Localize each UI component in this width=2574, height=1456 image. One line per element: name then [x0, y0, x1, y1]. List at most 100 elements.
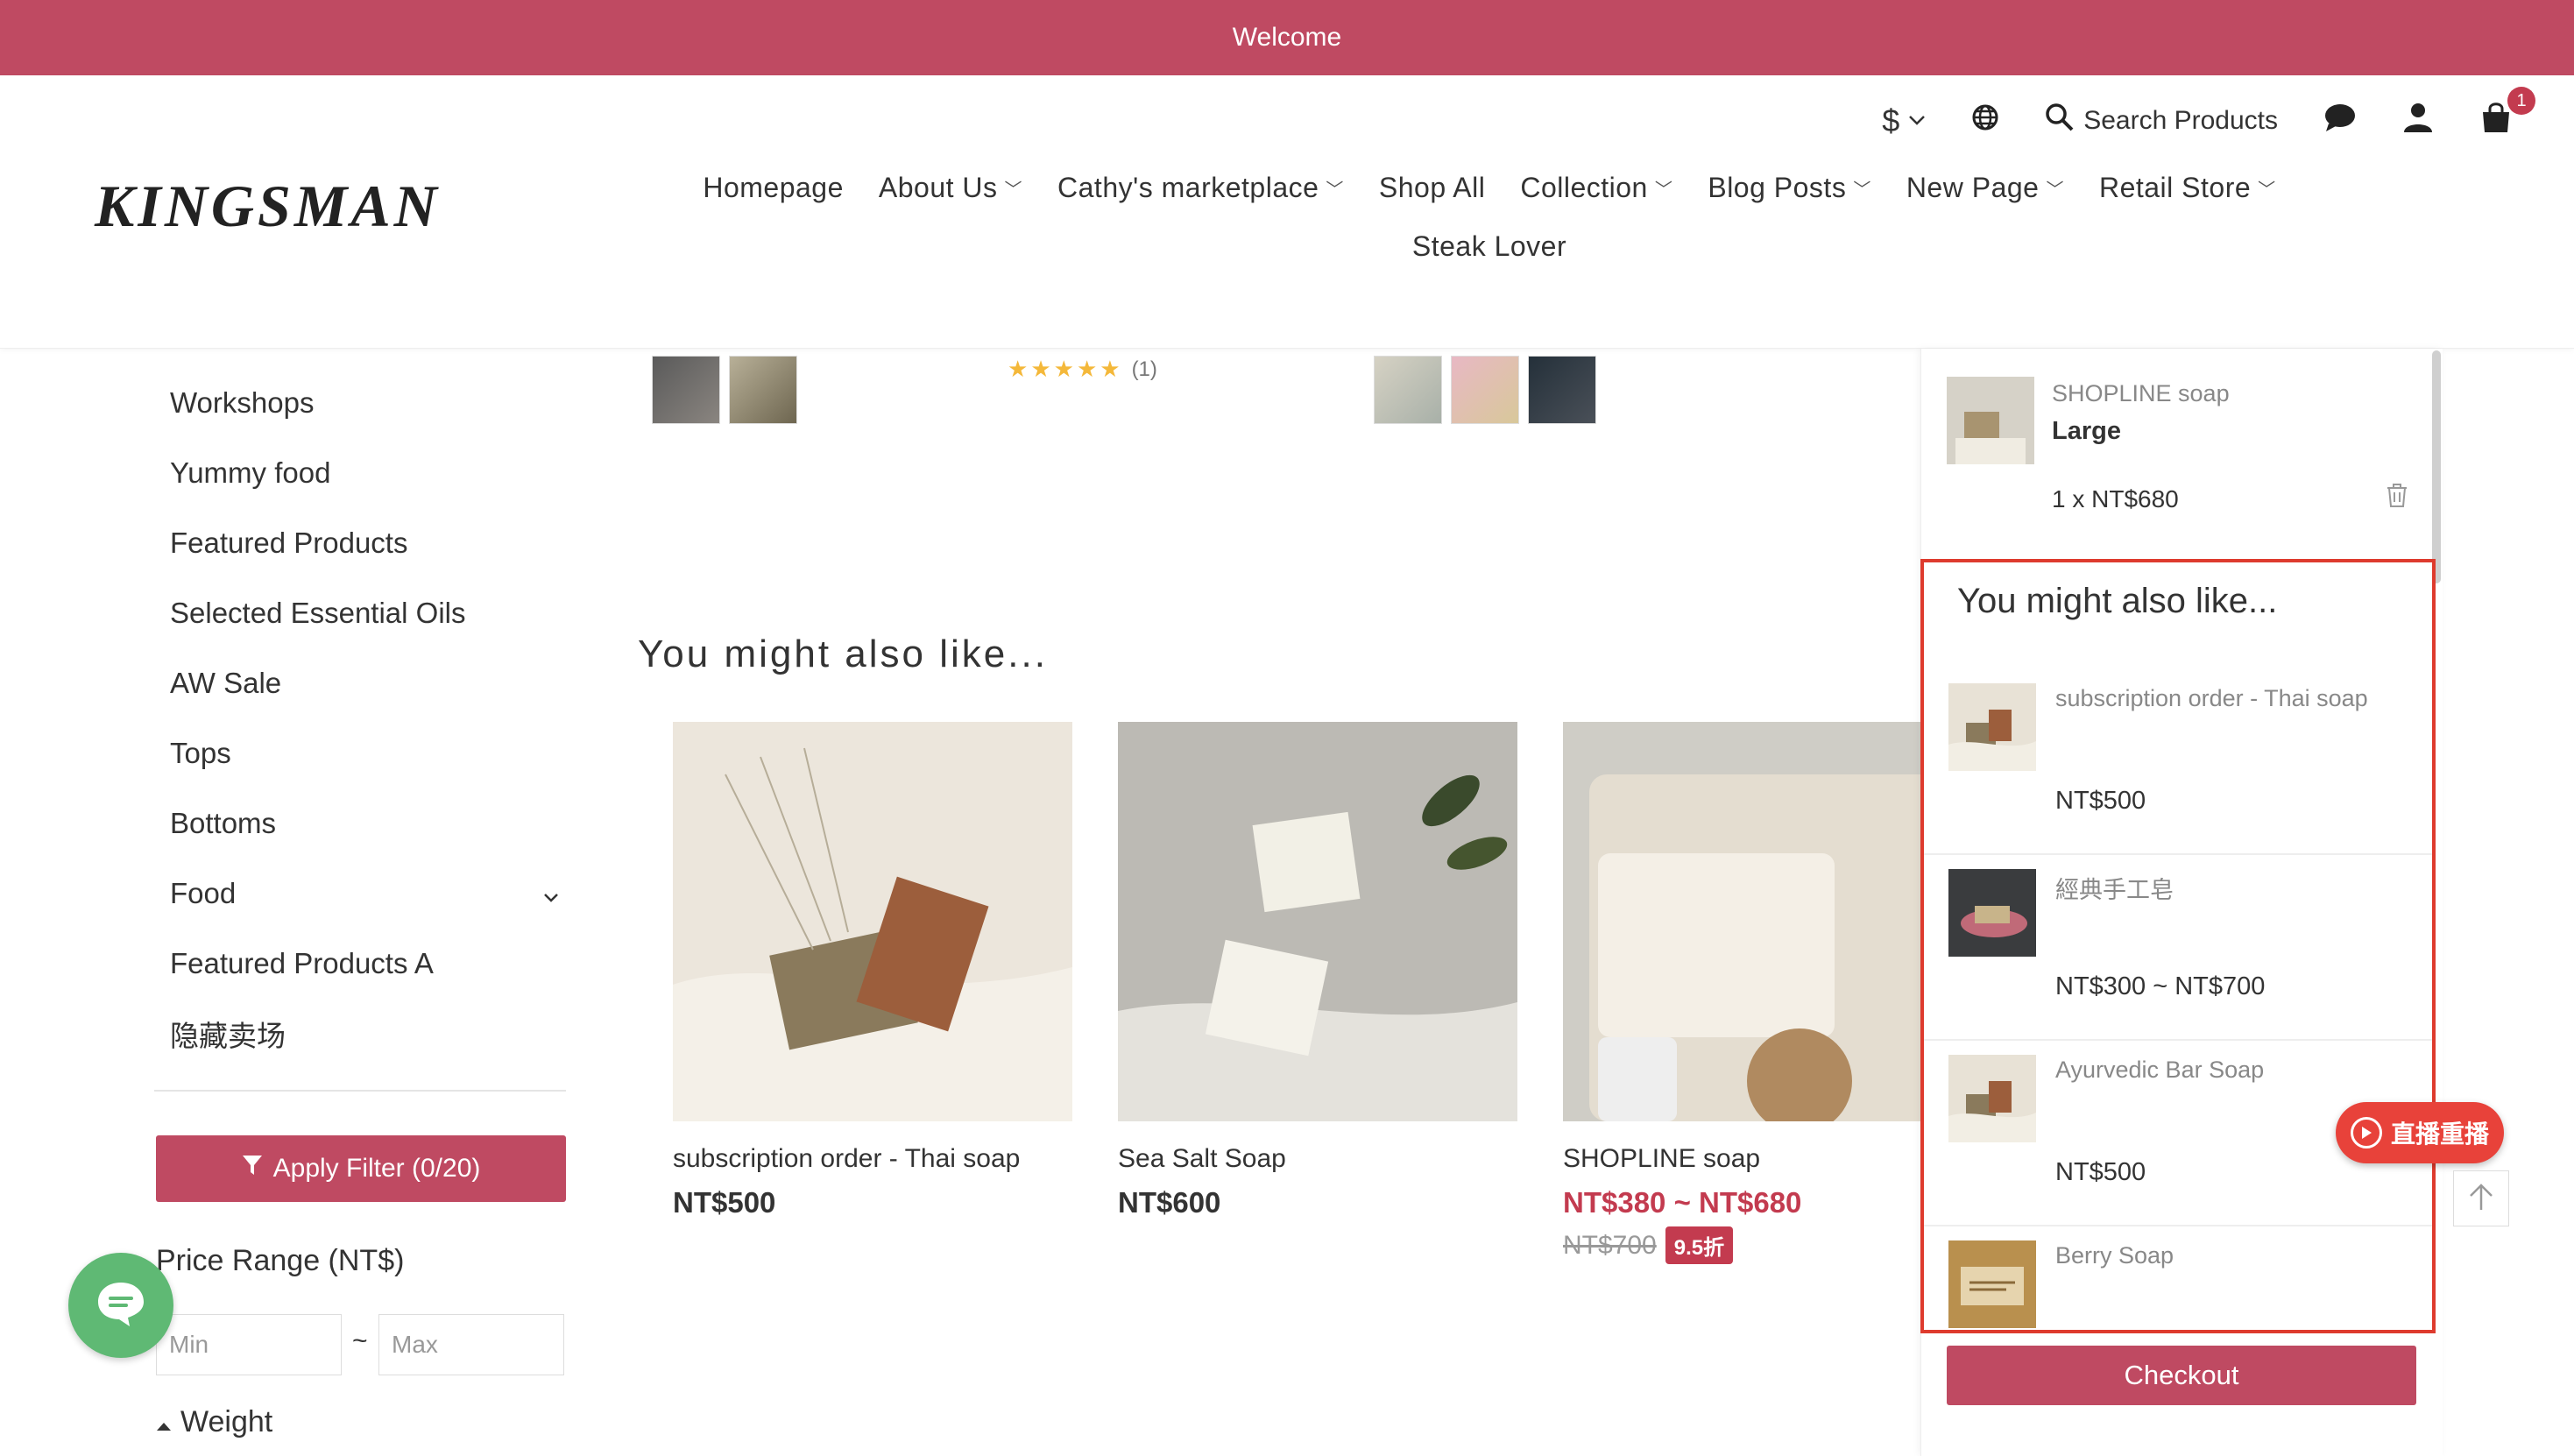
product-thumbnail[interactable] [652, 356, 720, 424]
category-item[interactable]: Bottoms [154, 788, 575, 859]
star-icon: ★ [1100, 356, 1121, 382]
recommendation-name[interactable]: subscription order - Thai soap [2055, 685, 2368, 712]
chevron-down-icon: ﹀ [1853, 180, 1871, 200]
category-item[interactable]: Tops [154, 718, 575, 788]
search-products-button[interactable]: Search Products [2045, 102, 2278, 139]
arrow-up-icon [2468, 1182, 2494, 1216]
recommendation-item[interactable]: subscription order - Thai soap NT$500 [1924, 669, 2432, 855]
product-price: NT$600 [1118, 1186, 1221, 1219]
original-price: NT$700 [1563, 1230, 1657, 1260]
apply-filter-label: Apply Filter (0/20) [272, 1154, 481, 1183]
nav-steak-lover[interactable]: Steak Lover [1412, 230, 1566, 263]
product-card[interactable]: SHOPLINE soap NT$380 ~ NT$680 NT$700 9.5… [1563, 722, 1920, 1264]
recommendation-image[interactable] [1948, 1240, 2036, 1328]
cart-item-image[interactable] [1947, 377, 2034, 464]
nav-retail-store[interactable]: Retail Store ﹀ [2099, 172, 2276, 204]
product-name[interactable]: Sea Salt Soap [1118, 1144, 1517, 1174]
recommendation-image[interactable] [1948, 869, 2036, 957]
product-thumbnail[interactable] [729, 356, 797, 424]
nav-collection[interactable]: Collection ﹀ [1520, 172, 1672, 204]
announcement-text: Welcome [1232, 23, 1342, 52]
caret-up-icon [156, 1405, 172, 1439]
star-icon: ★ [1008, 356, 1029, 382]
cart-panel-scrollbar[interactable] [2432, 350, 2441, 583]
nav-homepage[interactable]: Homepage [703, 172, 844, 204]
cart-count-badge: 1 [2507, 87, 2535, 115]
product-thumbnails [652, 356, 797, 424]
category-item[interactable]: Featured Products A [154, 929, 575, 999]
product-thumbnail[interactable] [1451, 356, 1519, 424]
product-image[interactable] [673, 722, 1072, 1121]
product-name[interactable]: SHOPLINE soap [1563, 1144, 1920, 1174]
price-min-input[interactable]: Min [156, 1314, 342, 1375]
language-selector[interactable] [1971, 103, 1999, 138]
star-icon: ★ [1053, 356, 1074, 382]
nav-shop-all[interactable]: Shop All [1379, 172, 1485, 204]
store-logo[interactable]: KINGSMAN [95, 172, 441, 241]
discount-badge: 9.5折 [1665, 1226, 1734, 1264]
star-icon: ★ [1076, 356, 1098, 382]
nav-new-page[interactable]: New Page ﹀ [1906, 172, 2064, 204]
search-label: Search Products [2083, 106, 2278, 135]
back-to-top-button[interactable] [2453, 1170, 2509, 1226]
category-item[interactable]: 隐藏卖场 [154, 999, 575, 1069]
product-thumbnail[interactable] [1374, 356, 1442, 424]
category-sidebar: Workshops Yummy food Featured Products S… [154, 368, 575, 1069]
recommendations-title: You might also like... [1957, 582, 2278, 620]
recommendation-name[interactable]: Ayurvedic Bar Soap [2055, 1057, 2264, 1084]
category-item[interactable]: Workshops [154, 368, 575, 438]
product-card[interactable]: Sea Salt Soap NT$600 [1118, 722, 1517, 1219]
recommendation-name[interactable]: Berry Soap [2055, 1242, 2174, 1269]
recommendation-name[interactable]: 經典手工皂 [2055, 871, 2174, 905]
search-icon [2045, 102, 2075, 139]
account-button[interactable] [2402, 102, 2434, 140]
category-item[interactable]: AW Sale [154, 648, 575, 718]
chevron-down-icon[interactable] [543, 877, 559, 910]
site-header: $ Search Products 1 KINGSMAN Homepage Ab… [0, 75, 2574, 349]
utility-bar: $ Search Products 1 [1882, 87, 2535, 149]
product-image[interactable] [1563, 722, 1920, 1134]
rating-stars: ★ ★ ★ ★ ★ (1) [1008, 356, 1157, 383]
section-title: You might also like... [638, 633, 1048, 675]
chat-widget-button[interactable] [68, 1253, 173, 1358]
nav-cathys-marketplace[interactable]: Cathy's marketplace ﹀ [1057, 172, 1344, 204]
recommendation-image[interactable] [1948, 1055, 2036, 1142]
product-price: NT$500 [673, 1186, 776, 1219]
recommendation-item[interactable]: 經典手工皂 NT$300 ~ NT$700 [1924, 855, 2432, 1041]
product-name[interactable]: subscription order - Thai soap [673, 1144, 1072, 1174]
currency-selector[interactable]: $ [1882, 102, 1926, 139]
weight-label: Weight [180, 1405, 273, 1438]
recommendation-item[interactable]: Berry Soap [1924, 1226, 2432, 1330]
product-thumbnail[interactable] [1528, 356, 1596, 424]
nav-blog-posts[interactable]: Blog Posts ﹀ [1708, 172, 1870, 204]
product-card[interactable]: subscription order - Thai soap NT$500 [673, 722, 1072, 1219]
product-image[interactable] [1118, 722, 1517, 1121]
recommendation-image[interactable] [1948, 683, 2036, 771]
rating-count: (1) [1131, 357, 1157, 381]
chat-bubble-icon [95, 1279, 147, 1332]
weight-filter-toggle[interactable]: Weight [156, 1405, 272, 1439]
category-item-food[interactable]: Food [154, 859, 575, 929]
category-item[interactable]: Selected Essential Oils [154, 578, 575, 648]
chevron-down-icon: ﹀ [1326, 180, 1344, 200]
cart-button[interactable]: 1 [2479, 87, 2535, 141]
category-item[interactable]: Yummy food [154, 438, 575, 508]
trash-icon[interactable] [2385, 482, 2409, 508]
apply-filter-button[interactable]: Apply Filter (0/20) [156, 1135, 566, 1202]
chevron-down-icon: ﹀ [2258, 180, 2276, 200]
live-replay-button[interactable]: 直播重播 [2336, 1102, 2504, 1163]
star-icon: ★ [1030, 356, 1051, 382]
main-navigation: Homepage About Us ﹀ Cathy's marketplace ﹀ … [666, 172, 2313, 263]
category-item[interactable]: Featured Products [154, 508, 575, 578]
price-range-label: Price Range (NT$) [156, 1244, 405, 1277]
shopping-bag-icon [2479, 101, 2513, 141]
checkout-button[interactable]: Checkout [1947, 1346, 2416, 1405]
nav-about-us[interactable]: About Us ﹀ [879, 172, 1022, 204]
cart-item-name[interactable]: SHOPLINE soap [2052, 380, 2230, 407]
chevron-down-icon: ﹀ [2046, 180, 2064, 200]
chevron-down-icon [1908, 111, 1926, 131]
chevron-down-icon: ﹀ [1654, 180, 1673, 200]
message-button[interactable] [2323, 102, 2357, 139]
price-max-input[interactable]: Max [378, 1314, 564, 1375]
filter-icon [242, 1154, 263, 1184]
